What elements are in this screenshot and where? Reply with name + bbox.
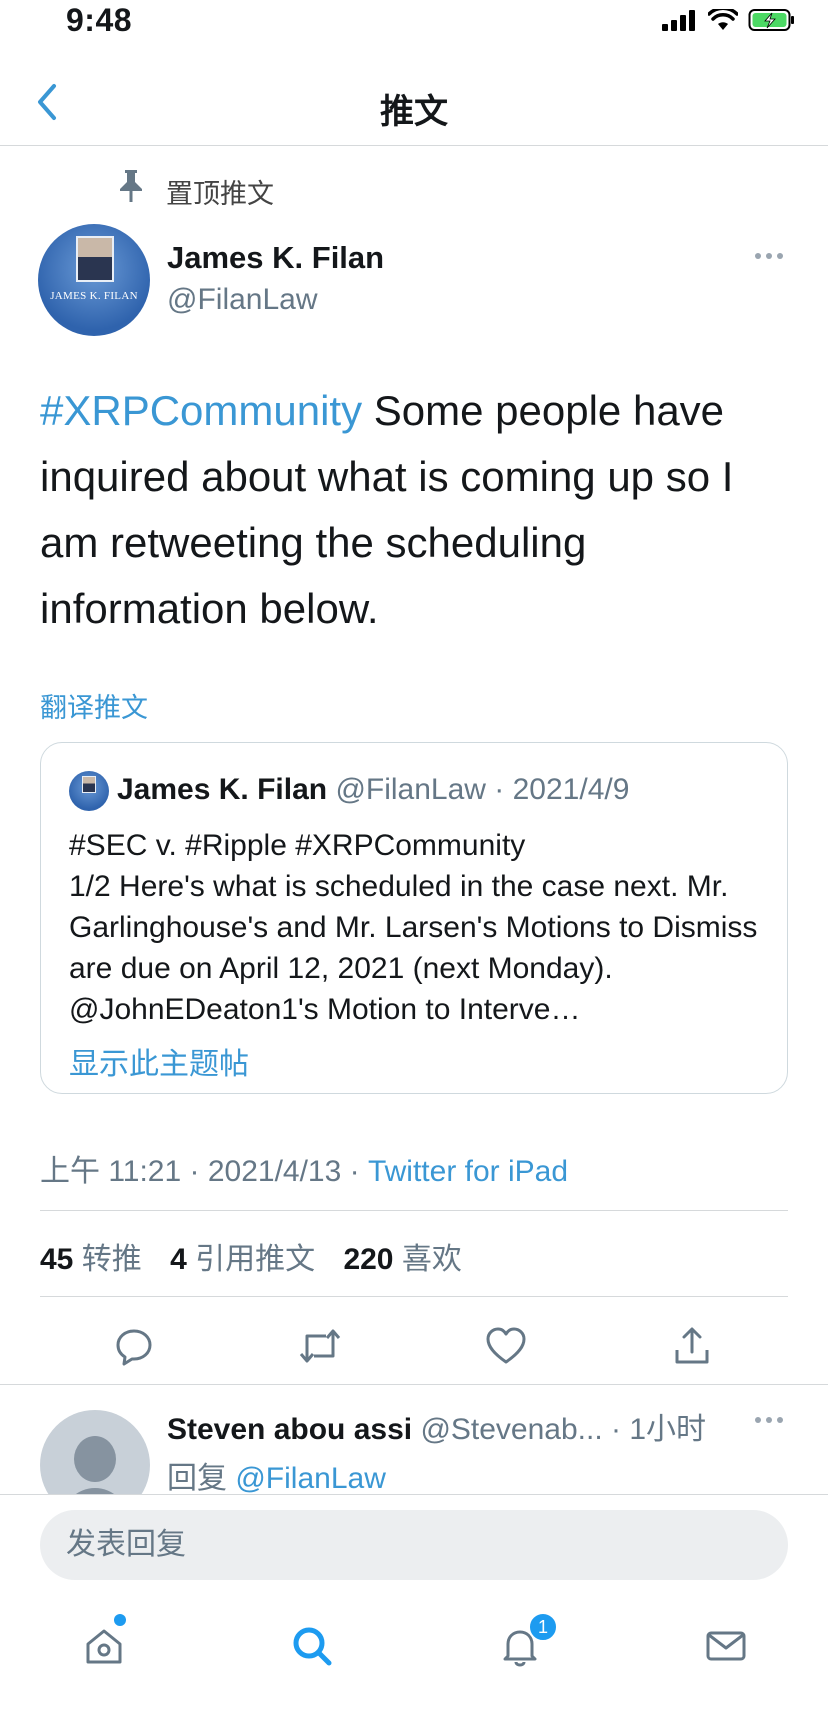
- author-handle[interactable]: @FilanLaw: [167, 283, 318, 317]
- quoted-tweet-card[interactable]: James K. Filan @FilanLaw · 2021/4/9 #SEC…: [40, 742, 788, 1094]
- reply-author-handle[interactable]: @Stevenab...: [420, 1413, 602, 1446]
- reply-author-name[interactable]: Steven abou assi: [167, 1413, 412, 1446]
- author-name[interactable]: James K. Filan: [167, 240, 384, 276]
- replying-to: 回复 @FilanLaw: [167, 1453, 386, 1497]
- quoted-text: #SEC v. #Ripple #XRPCommunity 1/2 Here's…: [69, 829, 758, 1026]
- tweet-stats: 45 转推 4 引用推文 220 喜欢: [40, 1234, 482, 1278]
- like-button[interactable]: [480, 1320, 532, 1372]
- retweet-icon: [299, 1329, 341, 1363]
- search-icon: [293, 1627, 332, 1666]
- replying-to-link[interactable]: @FilanLaw: [235, 1462, 386, 1495]
- replying-prefix: 回复: [167, 1462, 236, 1495]
- reply-input[interactable]: [40, 1510, 788, 1580]
- tab-search[interactable]: [282, 1616, 342, 1676]
- avatar-caption: JAMES K. FILAN: [50, 290, 138, 302]
- home-new-dot: [114, 1614, 126, 1626]
- reply-button[interactable]: [108, 1320, 160, 1372]
- reply-header: Steven abou assi @Stevenab... · 1小时: [167, 1404, 706, 1448]
- like-count[interactable]: 220: [343, 1243, 393, 1276]
- status-time: 9:48: [66, 2, 133, 38]
- quoted-author-handle: @FilanLaw: [335, 773, 486, 806]
- pin-icon: [120, 170, 142, 202]
- avatar-photo: [76, 236, 114, 282]
- hashtag-link[interactable]: #XRPCommunity: [40, 387, 362, 434]
- battery-charging-icon: [748, 9, 794, 31]
- tweet-time: 上午 11:21 · 2021/4/13 ·: [40, 1155, 368, 1188]
- signal-icon: [662, 10, 695, 31]
- quoted-author-name: James K. Filan: [117, 773, 328, 806]
- status-icons: [662, 8, 796, 32]
- page-title: 推文: [380, 93, 448, 131]
- quoted-header: James K. Filan @FilanLaw · 2021/4/9: [117, 773, 629, 807]
- tweet-text: #XRPCommunity Some people have inquired …: [40, 378, 800, 642]
- quote-count[interactable]: 4: [170, 1243, 187, 1276]
- share-button[interactable]: [666, 1320, 718, 1372]
- pinned-label: 置顶推文: [166, 179, 274, 209]
- quoted-date: · 2021/4/9: [494, 773, 630, 806]
- tweet-source-link[interactable]: Twitter for iPad: [368, 1155, 568, 1188]
- divider: [40, 1210, 788, 1211]
- tab-messages[interactable]: [696, 1616, 756, 1676]
- reply-icon: [116, 1329, 152, 1366]
- retweet-count[interactable]: 45: [40, 1243, 73, 1276]
- like-label[interactable]: 喜欢: [402, 1243, 462, 1276]
- section-divider: [0, 1384, 828, 1385]
- avatar[interactable]: JAMES K. FILAN: [38, 224, 150, 336]
- home-icon: [86, 1629, 122, 1664]
- divider: [40, 1296, 788, 1297]
- notification-badge: 1: [528, 1612, 558, 1642]
- retweet-label[interactable]: 转推: [82, 1243, 142, 1276]
- quoted-avatar: [69, 771, 109, 811]
- translate-tweet-link[interactable]: 翻译推文: [40, 686, 148, 725]
- reply-time: · 1小时: [602, 1413, 707, 1446]
- tweet-meta: 上午 11:21 · 2021/4/13 · Twitter for iPad: [40, 1146, 568, 1190]
- heart-icon: [486, 1327, 526, 1364]
- reply-more-options-icon[interactable]: [754, 1416, 784, 1424]
- show-thread-link[interactable]: 显示此主题帖: [69, 1039, 249, 1083]
- more-options-icon[interactable]: [754, 252, 784, 260]
- mail-icon: [706, 1631, 746, 1661]
- retweet-button[interactable]: [294, 1320, 346, 1372]
- share-icon: [675, 1327, 709, 1364]
- quote-label[interactable]: 引用推文: [195, 1243, 315, 1276]
- tab-home[interactable]: [74, 1616, 134, 1676]
- wifi-icon: [708, 9, 738, 30]
